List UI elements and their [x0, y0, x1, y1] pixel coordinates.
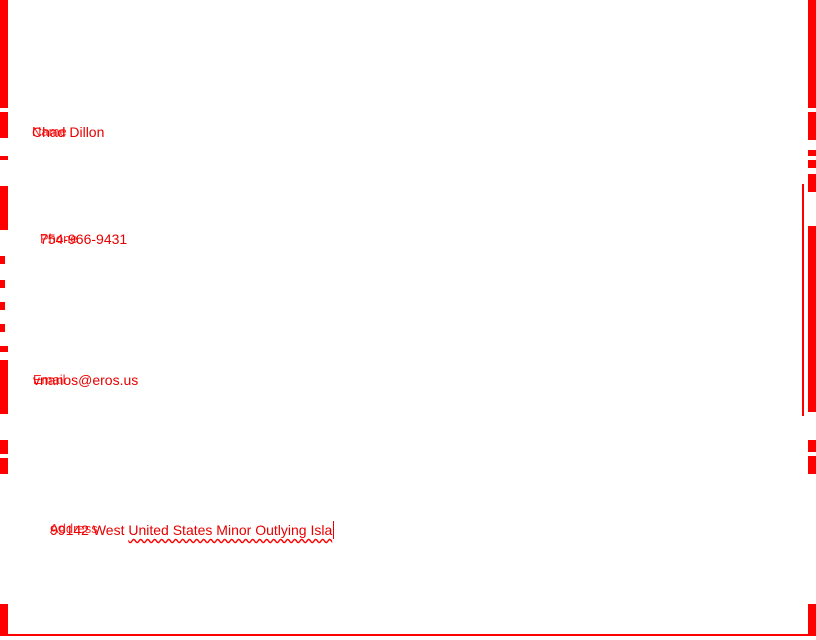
vertical-scrollbar[interactable] — [802, 184, 804, 416]
right-edge-panel — [808, 0, 816, 636]
phone-placeholder: Phone — [40, 231, 78, 246]
address-field[interactable]: Address 99142 West United States Minor O… — [50, 521, 335, 539]
address-value-spellcheck: United States Minor Outlying Isla — [128, 522, 333, 538]
phone-field[interactable]: Phone 754-966-9431 — [40, 231, 127, 247]
bottom-divider — [0, 634, 816, 636]
left-edge-panel — [0, 0, 8, 636]
email-placeholder: Email — [33, 372, 66, 387]
name-field[interactable]: Name Chad Dillon — [32, 124, 104, 140]
text-caret — [333, 521, 335, 539]
address-placeholder: Address — [50, 521, 98, 536]
email-field[interactable]: Email vnanos@eros.us — [33, 372, 138, 388]
name-placeholder: Name — [32, 124, 67, 139]
